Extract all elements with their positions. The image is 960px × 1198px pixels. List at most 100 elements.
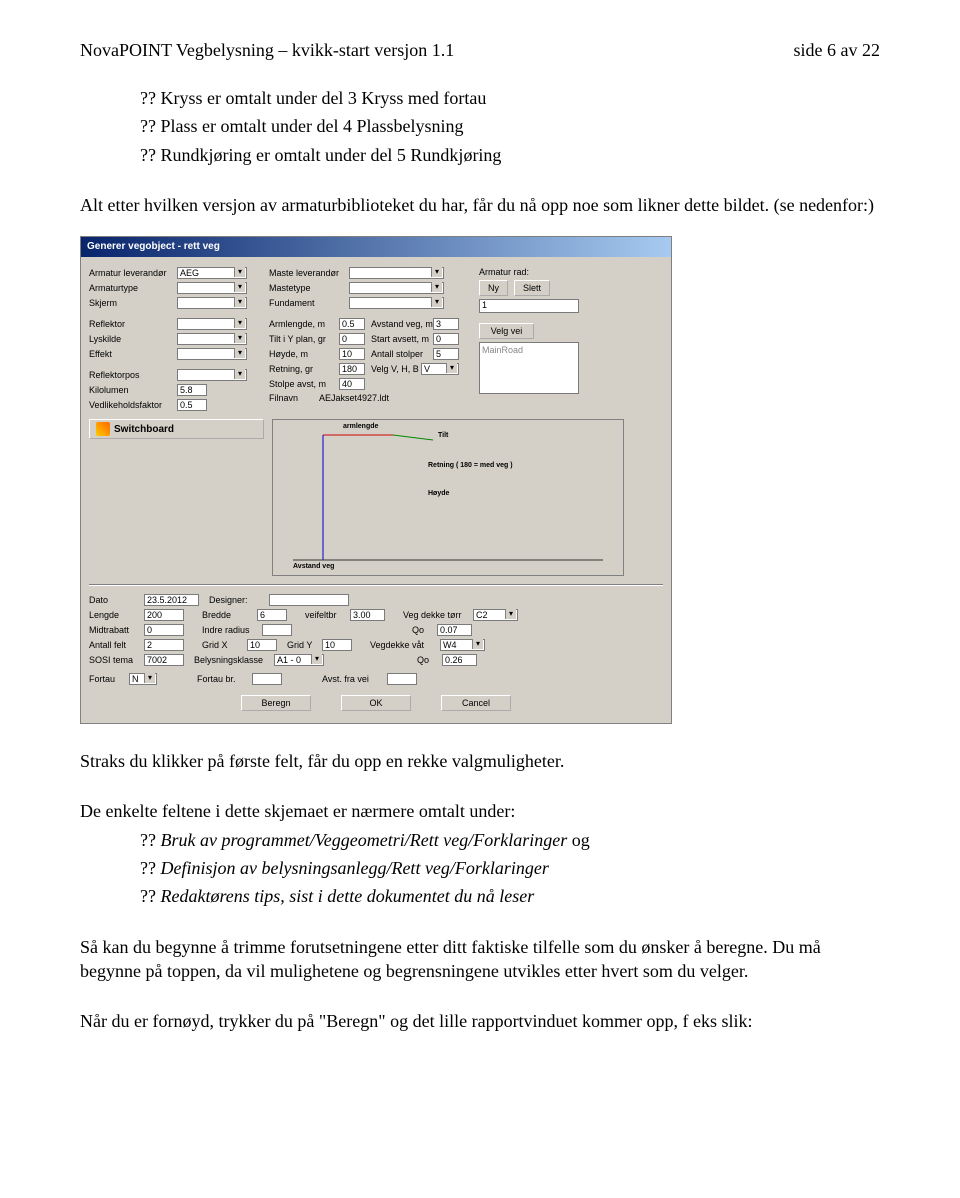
lbl-fortau: Fortau (89, 674, 129, 684)
intro-line-1: ?? Kryss er omtalt under del 3 Kryss med… (140, 86, 880, 110)
lbl-qo-1: Qo (412, 625, 437, 635)
lbl-antall-stolper: Antall stolper (371, 349, 433, 359)
fld-vedlikehold[interactable]: 0.5 (177, 399, 207, 411)
para-after-3: Så kan du begynne å trimme forutsetninge… (80, 935, 880, 984)
btn-slett[interactable]: Slett (514, 280, 550, 296)
btn-velg-vei[interactable]: Velg vei (479, 323, 534, 339)
bullet-1-prefix: ?? (140, 830, 160, 850)
switchboard-icon (96, 422, 110, 436)
fld-bredde[interactable]: 6 (257, 609, 287, 621)
fld-veifeltbr[interactable]: 3.00 (350, 609, 385, 621)
fld-rad-val[interactable]: 1 (479, 299, 579, 313)
fld-gridy[interactable]: 10 (322, 639, 352, 651)
lbl-hoyde: Høyde, m (269, 349, 339, 359)
fld-armlengde[interactable]: 0.5 (339, 318, 365, 330)
fld-mast-lev[interactable] (349, 267, 444, 279)
lbl-velg-vhb: Velg V, H, B (371, 364, 421, 374)
bullet-2-text: Definisjon av belysningsanlegg/Rett veg/… (160, 858, 548, 878)
fld-reflektor[interactable] (177, 318, 247, 330)
lbl-mastetype: Mastetype (269, 283, 349, 293)
fld-fundament[interactable] (349, 297, 444, 309)
lbl-gridy: Grid Y (287, 640, 322, 650)
fld-retning[interactable]: 180 (339, 363, 365, 375)
fld-effekt[interactable] (177, 348, 247, 360)
fld-tilt[interactable]: 0 (339, 333, 365, 345)
lbl-armatur-rad: Armatur rad: (479, 267, 529, 277)
lbl-designer: Designer: (209, 595, 269, 605)
lbl-armaturtype: Armaturtype (89, 283, 177, 293)
lbl-vegdekke-vat: Vegdekke våt (370, 640, 440, 650)
fld-avst-fra-vei[interactable] (387, 673, 417, 685)
fld-gridx[interactable]: 10 (247, 639, 277, 651)
fld-belysningsklasse[interactable]: A1 - 0 (274, 654, 324, 666)
lbl-avstand-veg: Avstand veg, m (371, 319, 433, 329)
lbl-start-avsett: Start avsett, m (371, 334, 433, 344)
fld-fortau-br[interactable] (252, 673, 282, 685)
val-filnavn: AEJakset4927.ldt (319, 393, 389, 403)
prev-avstand: Avstand veg (293, 563, 334, 570)
fld-hoyde[interactable]: 10 (339, 348, 365, 360)
fld-armatur-leverandor[interactable]: AEG (177, 267, 247, 279)
fld-antall-stolper[interactable]: 5 (433, 348, 459, 360)
fld-dato[interactable]: 23.5.2012 (144, 594, 199, 606)
fld-midtrabatt[interactable]: 0 (144, 624, 184, 636)
btn-ok[interactable]: OK (341, 695, 411, 711)
page-number: side 6 av 22 (794, 40, 880, 61)
fld-lengde[interactable]: 200 (144, 609, 184, 621)
lbl-dato: Dato (89, 595, 144, 605)
para-after-1: Straks du klikker på første felt, får du… (80, 749, 880, 773)
fld-vegdekke-vat[interactable]: W4 (440, 639, 485, 651)
fld-veg-dekke-torr[interactable]: C2 (473, 609, 518, 621)
fld-mastetype[interactable] (349, 282, 444, 294)
fld-kilolumen[interactable]: 5.8 (177, 384, 207, 396)
fld-antall-felt[interactable]: 2 (144, 639, 184, 651)
fld-qo-2[interactable]: 0.26 (442, 654, 477, 666)
fld-start-avsett[interactable]: 0 (433, 333, 459, 345)
prev-hoyde: Høyde (428, 490, 449, 497)
bullet-1-text: Bruk av programmet/Veggeometri/Rett veg/… (160, 830, 567, 850)
btn-switchboard[interactable]: Switchboard (89, 419, 264, 439)
lbl-filnavn: Filnavn (269, 393, 319, 403)
lbl-fortau-br: Fortau br. (197, 674, 252, 684)
para-after-2: De enkelte feltene i dette skjemaet er n… (80, 799, 880, 823)
fld-armaturtype[interactable] (177, 282, 247, 294)
fld-sosi[interactable]: 7002 (144, 654, 184, 666)
fld-reflektorpos[interactable] (177, 369, 247, 381)
fld-stolpe-avst[interactable]: 40 (339, 378, 365, 390)
fld-skjerm[interactable] (177, 297, 247, 309)
fld-fortau[interactable]: N (129, 673, 157, 685)
lbl-sosi: SOSI tema (89, 655, 144, 665)
fld-indre-radius[interactable] (262, 624, 292, 636)
fld-qo-1[interactable]: 0.07 (437, 624, 472, 636)
prev-armlengde: armlengde (343, 423, 378, 430)
lbl-retning: Retning, gr (269, 364, 339, 374)
btn-beregn[interactable]: Beregn (241, 695, 311, 711)
bullet-3-prefix: ?? (140, 886, 160, 906)
para-1: Alt etter hvilken versjon av armaturbibl… (80, 193, 880, 217)
lbl-gridx: Grid X (202, 640, 247, 650)
lbl-tilt: Tilt i Y plan, gr (269, 334, 339, 344)
fld-lyskilde[interactable] (177, 333, 247, 345)
fld-velg-vhb[interactable]: V (421, 363, 459, 375)
fld-avstand-veg[interactable]: 3 (433, 318, 459, 330)
fld-designer[interactable] (269, 594, 349, 606)
dialog-generer-vegobject: Generer vegobject - rett veg Armatur lev… (80, 236, 672, 724)
bullet-1-suffix: og (567, 830, 590, 850)
lbl-belysningsklasse: Belysningsklasse (194, 655, 274, 665)
lbl-armatur-leverandor: Armatur leverandør (89, 268, 177, 278)
lbl-veifeltbr: veifeltbr (305, 610, 350, 620)
lbl-mast-lev: Maste leverandør (269, 268, 349, 278)
lbl-avst-fra-vei: Avst. fra vei (322, 674, 387, 684)
dialog-titlebar: Generer vegobject - rett veg (81, 237, 671, 257)
list-roads[interactable]: MainRoad (479, 342, 579, 394)
lbl-lyskilde: Lyskilde (89, 334, 177, 344)
lbl-lengde: Lengde (89, 610, 144, 620)
lbl-fundament: Fundament (269, 298, 349, 308)
lbl-vedlikehold: Vedlikeholdsfaktor (89, 400, 177, 410)
btn-cancel[interactable]: Cancel (441, 695, 511, 711)
preview-diagram: armlengde Tilt Retning ( 180 = med veg )… (272, 419, 624, 576)
lbl-armlengde: Armlengde, m (269, 319, 339, 329)
btn-ny[interactable]: Ny (479, 280, 508, 296)
doc-title: NovaPOINT Vegbelysning – kvikk-start ver… (80, 40, 454, 61)
lbl-reflektor: Reflektor (89, 319, 177, 329)
